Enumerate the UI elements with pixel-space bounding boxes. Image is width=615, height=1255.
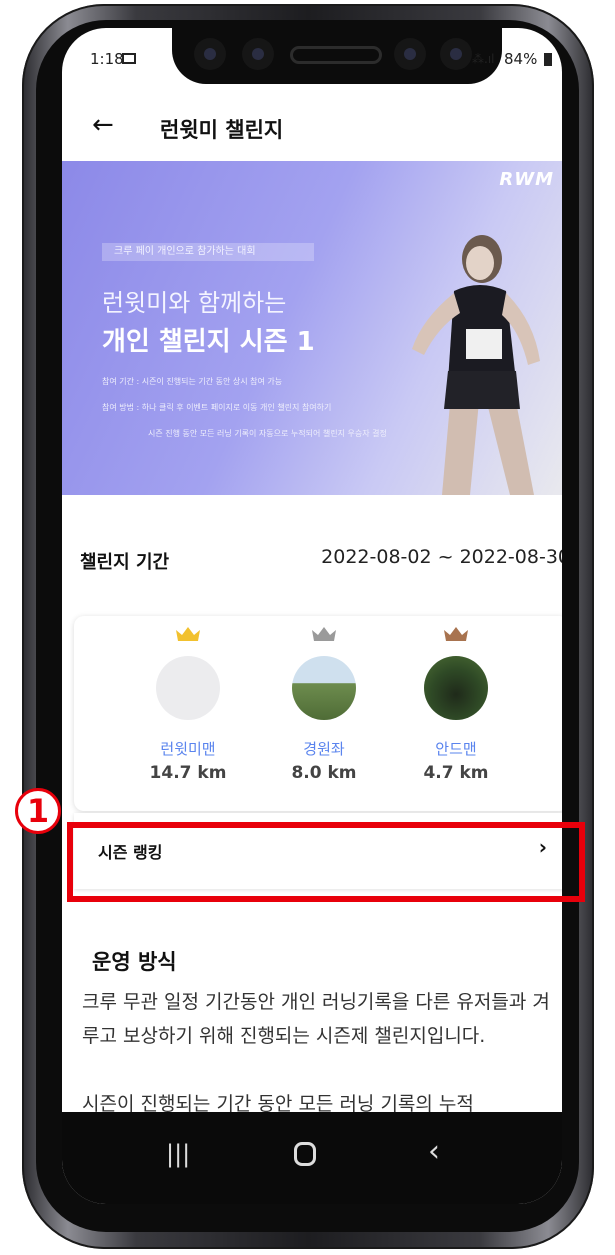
silver-crown-icon	[312, 627, 336, 641]
challenge-period-value: 2022-08-02 ~ 2022-08-30	[321, 546, 562, 568]
camera-icon	[394, 38, 426, 70]
ranking-item-2[interactable]: 경원좌 8.0 km	[264, 626, 384, 783]
banner-detail-3: 시즌 진행 동안 모든 러닝 기록이 자동으로 누적되어 챌린지 우승자 결정	[148, 429, 387, 438]
ranker-distance: 14.7 km	[149, 763, 227, 783]
gallery-notification-icon	[122, 53, 136, 64]
gold-crown-icon	[176, 627, 200, 641]
annotation-marker: 1	[15, 788, 61, 834]
camera-notch	[172, 28, 502, 84]
top-ranking-card: 런윗미맨 14.7 km 경원좌 8.0 km 안드맨 4.7 km	[74, 616, 562, 811]
brand-logo: RWM	[499, 169, 554, 190]
ranker-name: 안드맨	[435, 740, 477, 758]
challenge-banner[interactable]: RWM 크루 페이 개인으로 참가하는 대회 런윗미와 함께하는 개인 챌린지 …	[62, 161, 562, 495]
runner-image	[412, 235, 540, 495]
recent-apps-icon[interactable]: |||	[166, 1140, 190, 1168]
ranker-distance: 4.7 km	[423, 763, 489, 783]
banner-detail-2: 참여 방법 : 하나 클릭 후 이벤트 페이지로 이동 개인 챌린지 참여하기	[102, 403, 332, 412]
operation-description: 크루 무관 일정 기간동안 개인 러닝기록을 다른 유저들과 겨루고 보상하기 …	[82, 985, 562, 1121]
battery-icon	[544, 53, 552, 66]
challenge-period-label: 챌린지 기간	[80, 552, 170, 573]
highlight-box	[67, 822, 585, 902]
banner-detail-1: 참여 기간 : 시즌이 진행되는 기간 동안 상시 참여 가능	[102, 377, 283, 386]
ranking-item-1[interactable]: 런윗미맨 14.7 km	[128, 626, 248, 783]
avatar	[156, 656, 220, 720]
sensor-icon	[242, 38, 274, 70]
banner-tag: 크루 페이 개인으로 참가하는 대회	[102, 243, 314, 261]
home-icon[interactable]	[294, 1142, 316, 1166]
camera-icon	[194, 38, 226, 70]
speaker-icon	[290, 46, 382, 64]
ranker-name: 런윗미맨	[160, 740, 216, 758]
ranker-distance: 8.0 km	[291, 763, 357, 783]
battery-level: 84%	[504, 50, 538, 68]
page-title: 런윗미 챌린지	[160, 118, 284, 142]
app-bar: ← 런윗미 챌린지	[62, 92, 562, 162]
bronze-crown-icon	[444, 627, 468, 641]
ranking-item-3[interactable]: 안드맨 4.7 km	[396, 626, 516, 783]
avatar	[424, 656, 488, 720]
ranker-name: 경원좌	[303, 740, 345, 758]
back-arrow-icon[interactable]: ←	[92, 110, 114, 140]
sensor-icon	[440, 38, 472, 70]
banner-headline-2: 개인 챌린지 시즌 1	[102, 327, 315, 357]
banner-headline-1: 런윗미와 함께하는	[102, 289, 287, 317]
status-time: 1:18	[90, 50, 124, 68]
operation-paragraph-1: 크루 무관 일정 기간동안 개인 러닝기록을 다른 유저들과 겨루고 보상하기 …	[82, 991, 550, 1047]
android-nav-bar: ||| ‹	[62, 1112, 562, 1204]
back-nav-icon[interactable]: ‹	[428, 1134, 440, 1169]
avatar	[292, 656, 356, 720]
screen: 1:18 ⁂.ıl 84% ← 런윗미 챌린지 RWM 크루 페이 개인으로 참…	[62, 28, 562, 1204]
signal-icon: ⁂.ıl	[472, 52, 495, 66]
operation-title: 운영 방식	[92, 950, 177, 974]
